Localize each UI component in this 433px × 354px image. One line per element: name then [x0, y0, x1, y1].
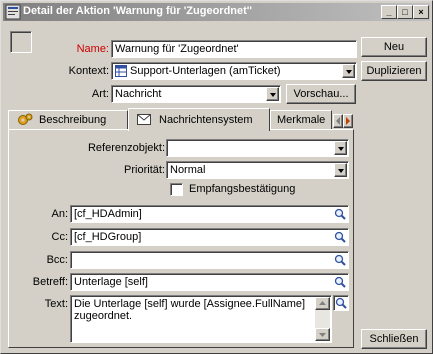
name-field[interactable]: Warnung für 'Zugeordnet'	[111, 40, 357, 58]
table-icon	[115, 65, 127, 77]
name-label: Name:	[76, 43, 109, 55]
duplicate-button[interactable]: Duplizieren	[361, 61, 427, 81]
window-app-icon	[5, 4, 21, 20]
text-search-button[interactable]	[333, 295, 349, 311]
maximize-button[interactable]: □	[397, 5, 413, 19]
name-value: Warnung für 'Zugeordnet'	[115, 43, 239, 55]
chevron-down-icon[interactable]	[342, 64, 355, 78]
subject-label: Betreff:	[32, 276, 68, 288]
to-value: [cf_HDAdmin]	[74, 208, 142, 220]
chevron-down-icon	[319, 333, 326, 337]
priority-value: Normal	[170, 164, 206, 176]
search-icon[interactable]	[333, 275, 347, 289]
tab-label: Nachrichtensystem	[159, 114, 253, 126]
type-label: Art:	[91, 88, 109, 100]
messaging-panel: Referenzobjekt: Priorität: Normal Empfan…	[8, 129, 354, 348]
subject-value: Unterlage [self]	[74, 276, 148, 288]
to-label: An:	[51, 208, 68, 220]
scroll-up-button[interactable]	[315, 297, 330, 310]
cc-field[interactable]: [cf_HDGroup]	[70, 228, 349, 246]
tab-label: Merkmale	[277, 114, 326, 126]
preview-button[interactable]: Vorschau...	[286, 84, 356, 104]
tab-scroll-left-button[interactable]	[333, 114, 343, 128]
action-detail-window: Detail der Aktion 'Warnung für 'Zugeordn…	[0, 0, 433, 354]
context-value: Support-Unterlagen (amTicket)	[130, 65, 281, 77]
new-button[interactable]: Neu	[361, 37, 427, 57]
text-line-1: Die Unterlage [self] wurde [Assignee.Ful…	[74, 298, 306, 310]
ref-object-dropdown[interactable]	[166, 139, 349, 157]
tab-beschreibung[interactable]: Beschreibung	[8, 110, 128, 130]
cc-label: Cc:	[51, 231, 69, 243]
envelope-icon	[137, 114, 151, 125]
text-line-2: zugeordnet.	[74, 310, 133, 322]
type-value: Nachricht	[115, 88, 162, 100]
ref-object-label: Referenzobjekt:	[87, 142, 165, 154]
close-button[interactable]: Schließen	[361, 329, 427, 349]
text-scrollbar[interactable]	[315, 297, 330, 341]
bcc-field[interactable]	[70, 251, 349, 269]
minimize-button[interactable]: _	[381, 5, 397, 19]
chevron-right-icon	[346, 117, 350, 125]
to-field[interactable]: [cf_HDAdmin]	[70, 205, 349, 223]
text-label: Text:	[44, 298, 68, 310]
receipt-checkbox[interactable]	[170, 183, 183, 196]
bcc-label: Bcc:	[46, 254, 68, 266]
action-image-placeholder[interactable]	[10, 31, 32, 53]
subject-field[interactable]: Unterlage [self]	[70, 273, 349, 291]
search-icon[interactable]	[333, 253, 347, 267]
context-label: Kontext:	[68, 65, 109, 77]
search-icon[interactable]	[333, 207, 347, 221]
context-dropdown[interactable]: Support-Unterlagen (amTicket)	[111, 62, 357, 80]
chevron-down-icon[interactable]	[334, 163, 347, 177]
tab-label: Beschreibung	[39, 114, 107, 126]
priority-label: Priorität:	[124, 164, 165, 176]
chevron-down-icon[interactable]	[266, 87, 279, 101]
chevron-down-icon[interactable]	[334, 141, 347, 155]
search-icon	[335, 297, 347, 309]
message-text-area[interactable]: Die Unterlage [self] wurde [Assignee.Ful…	[70, 295, 332, 343]
tab-nachrichtensystem[interactable]: Nachrichtensystem	[128, 108, 270, 131]
tab-merkmale[interactable]: Merkmale	[270, 110, 332, 130]
close-window-button[interactable]: ×	[413, 5, 429, 19]
tab-strip: Beschreibung Nachrichtensystem Merkmale	[8, 108, 354, 131]
title-bar[interactable]: Detail der Aktion 'Warnung für 'Zugeordn…	[3, 3, 430, 21]
chevron-left-icon	[336, 117, 340, 125]
tab-scroll-right-button[interactable]	[343, 114, 353, 128]
gears-icon	[18, 113, 33, 125]
type-dropdown[interactable]: Nachricht	[111, 85, 281, 103]
priority-dropdown[interactable]: Normal	[166, 161, 349, 179]
window-title: Detail der Aktion 'Warnung für 'Zugeordn…	[23, 5, 253, 17]
receipt-label: Empfangsbestätigung	[189, 183, 296, 195]
chevron-up-icon	[319, 301, 326, 305]
cc-value: [cf_HDGroup]	[74, 231, 142, 243]
search-icon[interactable]	[333, 230, 347, 244]
scroll-down-button[interactable]	[315, 328, 330, 341]
